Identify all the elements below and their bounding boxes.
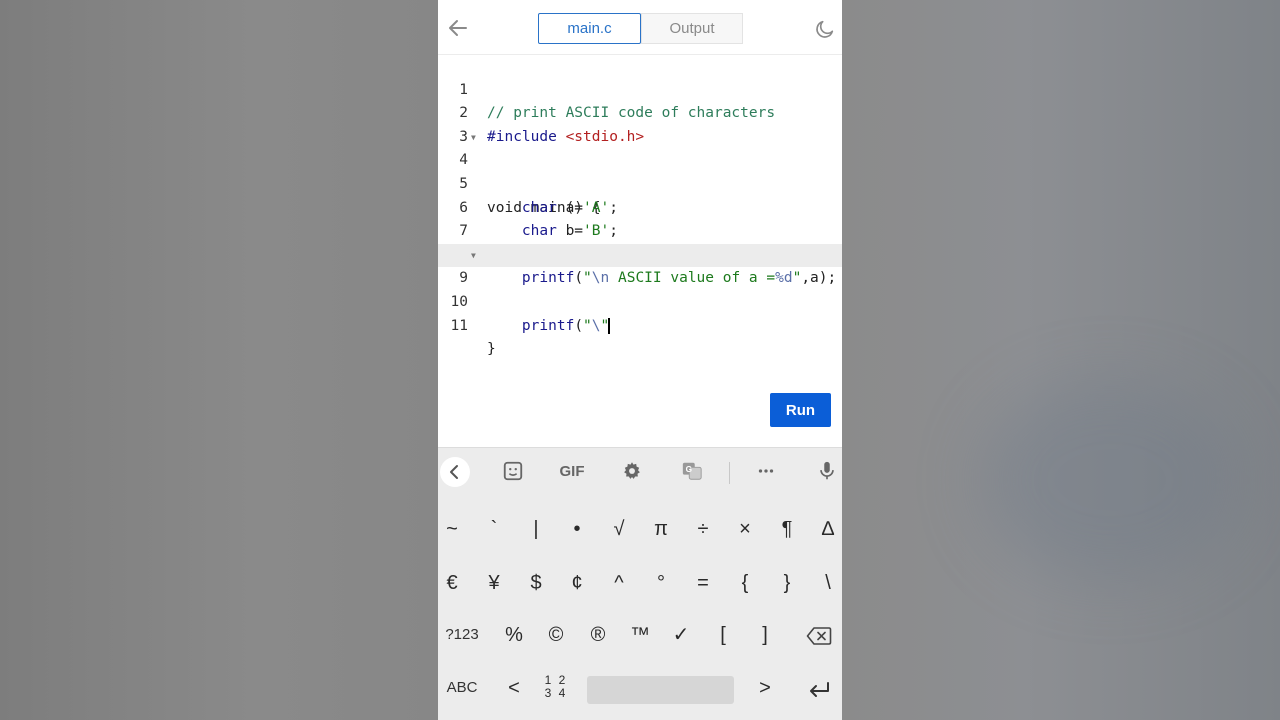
key-percent[interactable]: %	[500, 609, 528, 661]
soft-keyboard: GIF G ~ ` | • √ π ÷ × ¶ ∆ € ¥ $ ¢ ^ ° = …	[438, 447, 842, 720]
numpad-bottom-label: 3 4	[544, 686, 568, 700]
code-line: 3	[438, 102, 842, 145]
sticker-icon[interactable]	[500, 460, 526, 484]
key-abc[interactable]: ABC	[440, 662, 484, 714]
key-delta[interactable]: ∆	[814, 503, 842, 555]
mic-icon[interactable]	[814, 460, 840, 484]
line-number: 11	[450, 317, 468, 334]
key-less-than[interactable]: <	[500, 662, 528, 714]
keyboard-row-2: € ¥ $ ¢ ^ ° = { } \	[438, 557, 842, 609]
key-right-brace[interactable]: }	[773, 557, 801, 609]
key-euro[interactable]: €	[438, 557, 466, 609]
key-pilcrow[interactable]: ¶	[773, 503, 801, 555]
code-line: 1 // print ASCII code of characters	[438, 55, 842, 122]
code-line: 5 char a='A';	[438, 149, 842, 216]
run-button[interactable]: Run	[770, 393, 831, 427]
code-line: 6 char b='B';	[438, 173, 842, 240]
key-trademark[interactable]: ™	[626, 609, 654, 661]
key-left-bracket[interactable]: [	[709, 609, 737, 661]
more-icon[interactable]	[753, 460, 779, 484]
toolbar-divider	[729, 462, 730, 484]
key-pipe[interactable]: |	[522, 503, 550, 555]
key-bullet[interactable]: •	[563, 503, 591, 555]
keyboard-row-3: ?123 % © ® ™ ✓ [ ]	[438, 609, 842, 661]
gif-icon[interactable]: GIF	[556, 460, 588, 484]
space-bar[interactable]	[587, 676, 734, 704]
key-yen[interactable]: ¥	[480, 557, 508, 609]
background-blur	[980, 380, 1240, 580]
line-text: }	[487, 341, 496, 358]
tab-output[interactable]: Output	[641, 13, 743, 44]
key-cent[interactable]: ¢	[563, 557, 591, 609]
enter-icon[interactable]	[802, 662, 836, 714]
code-line-active: 9 ▼ printf("\"	[438, 243, 842, 334]
keyboard-row-1: ~ ` | • √ π ÷ × ¶ ∆	[438, 503, 842, 555]
keyboard-toolbar: GIF G	[438, 448, 842, 496]
tab-main-c[interactable]: main.c	[538, 13, 641, 44]
text-cursor	[608, 317, 610, 334]
key-divide[interactable]: ÷	[689, 503, 717, 555]
key-right-bracket[interactable]: ]	[751, 609, 779, 661]
dark-mode-moon-icon[interactable]	[814, 18, 836, 40]
code-line: 7 char c='C';	[438, 197, 842, 263]
key-degree[interactable]: °	[647, 557, 675, 609]
svg-text:G: G	[686, 465, 692, 474]
code-editor[interactable]: 1 // print ASCII code of characters 2 #i…	[438, 55, 842, 358]
code-line: 10	[438, 267, 842, 310]
key-numpad[interactable]: 1 2 3 4	[542, 674, 570, 702]
back-arrow-icon[interactable]	[444, 16, 472, 40]
key-left-brace[interactable]: {	[731, 557, 759, 609]
fold-arrow-icon[interactable]: ▼	[471, 126, 476, 150]
backspace-icon[interactable]	[802, 609, 836, 661]
translate-icon[interactable]: G	[679, 460, 705, 484]
key-checkmark[interactable]: ✓	[667, 609, 695, 661]
key-backtick[interactable]: `	[480, 503, 508, 555]
key-copyright[interactable]: ©	[542, 609, 570, 661]
code-line: 4 ▼ void main() {	[438, 126, 842, 216]
key-registered[interactable]: ®	[584, 609, 612, 661]
settings-icon[interactable]	[619, 460, 645, 484]
chevron-left-icon[interactable]	[440, 457, 470, 487]
code-line: 11 }	[438, 291, 842, 358]
app-header: main.c Output	[438, 0, 842, 55]
key-dollar[interactable]: $	[522, 557, 550, 609]
key-equals[interactable]: =	[689, 557, 717, 609]
key-tilde[interactable]: ~	[438, 503, 466, 555]
key-symbols-toggle[interactable]: ?123	[440, 609, 484, 661]
key-caret[interactable]: ^	[605, 557, 633, 609]
key-greater-than[interactable]: >	[751, 662, 779, 714]
line-text: printf("\"	[521, 317, 610, 334]
key-multiply[interactable]: ×	[731, 503, 759, 555]
key-pi[interactable]: π	[647, 503, 675, 555]
phone-screen: main.c Output 1 // print ASCII code of c…	[438, 0, 842, 720]
fold-arrow-icon[interactable]: ▼	[471, 244, 476, 268]
key-sqrt[interactable]: √	[605, 503, 633, 555]
code-line: 2 #include <stdio.h>	[438, 79, 842, 145]
keyboard-row-4: ABC < 1 2 3 4 >	[438, 662, 842, 714]
code-line: 8 printf("\n ASCII value of a =%d",a);	[438, 220, 842, 287]
key-backslash[interactable]: \	[814, 557, 842, 609]
